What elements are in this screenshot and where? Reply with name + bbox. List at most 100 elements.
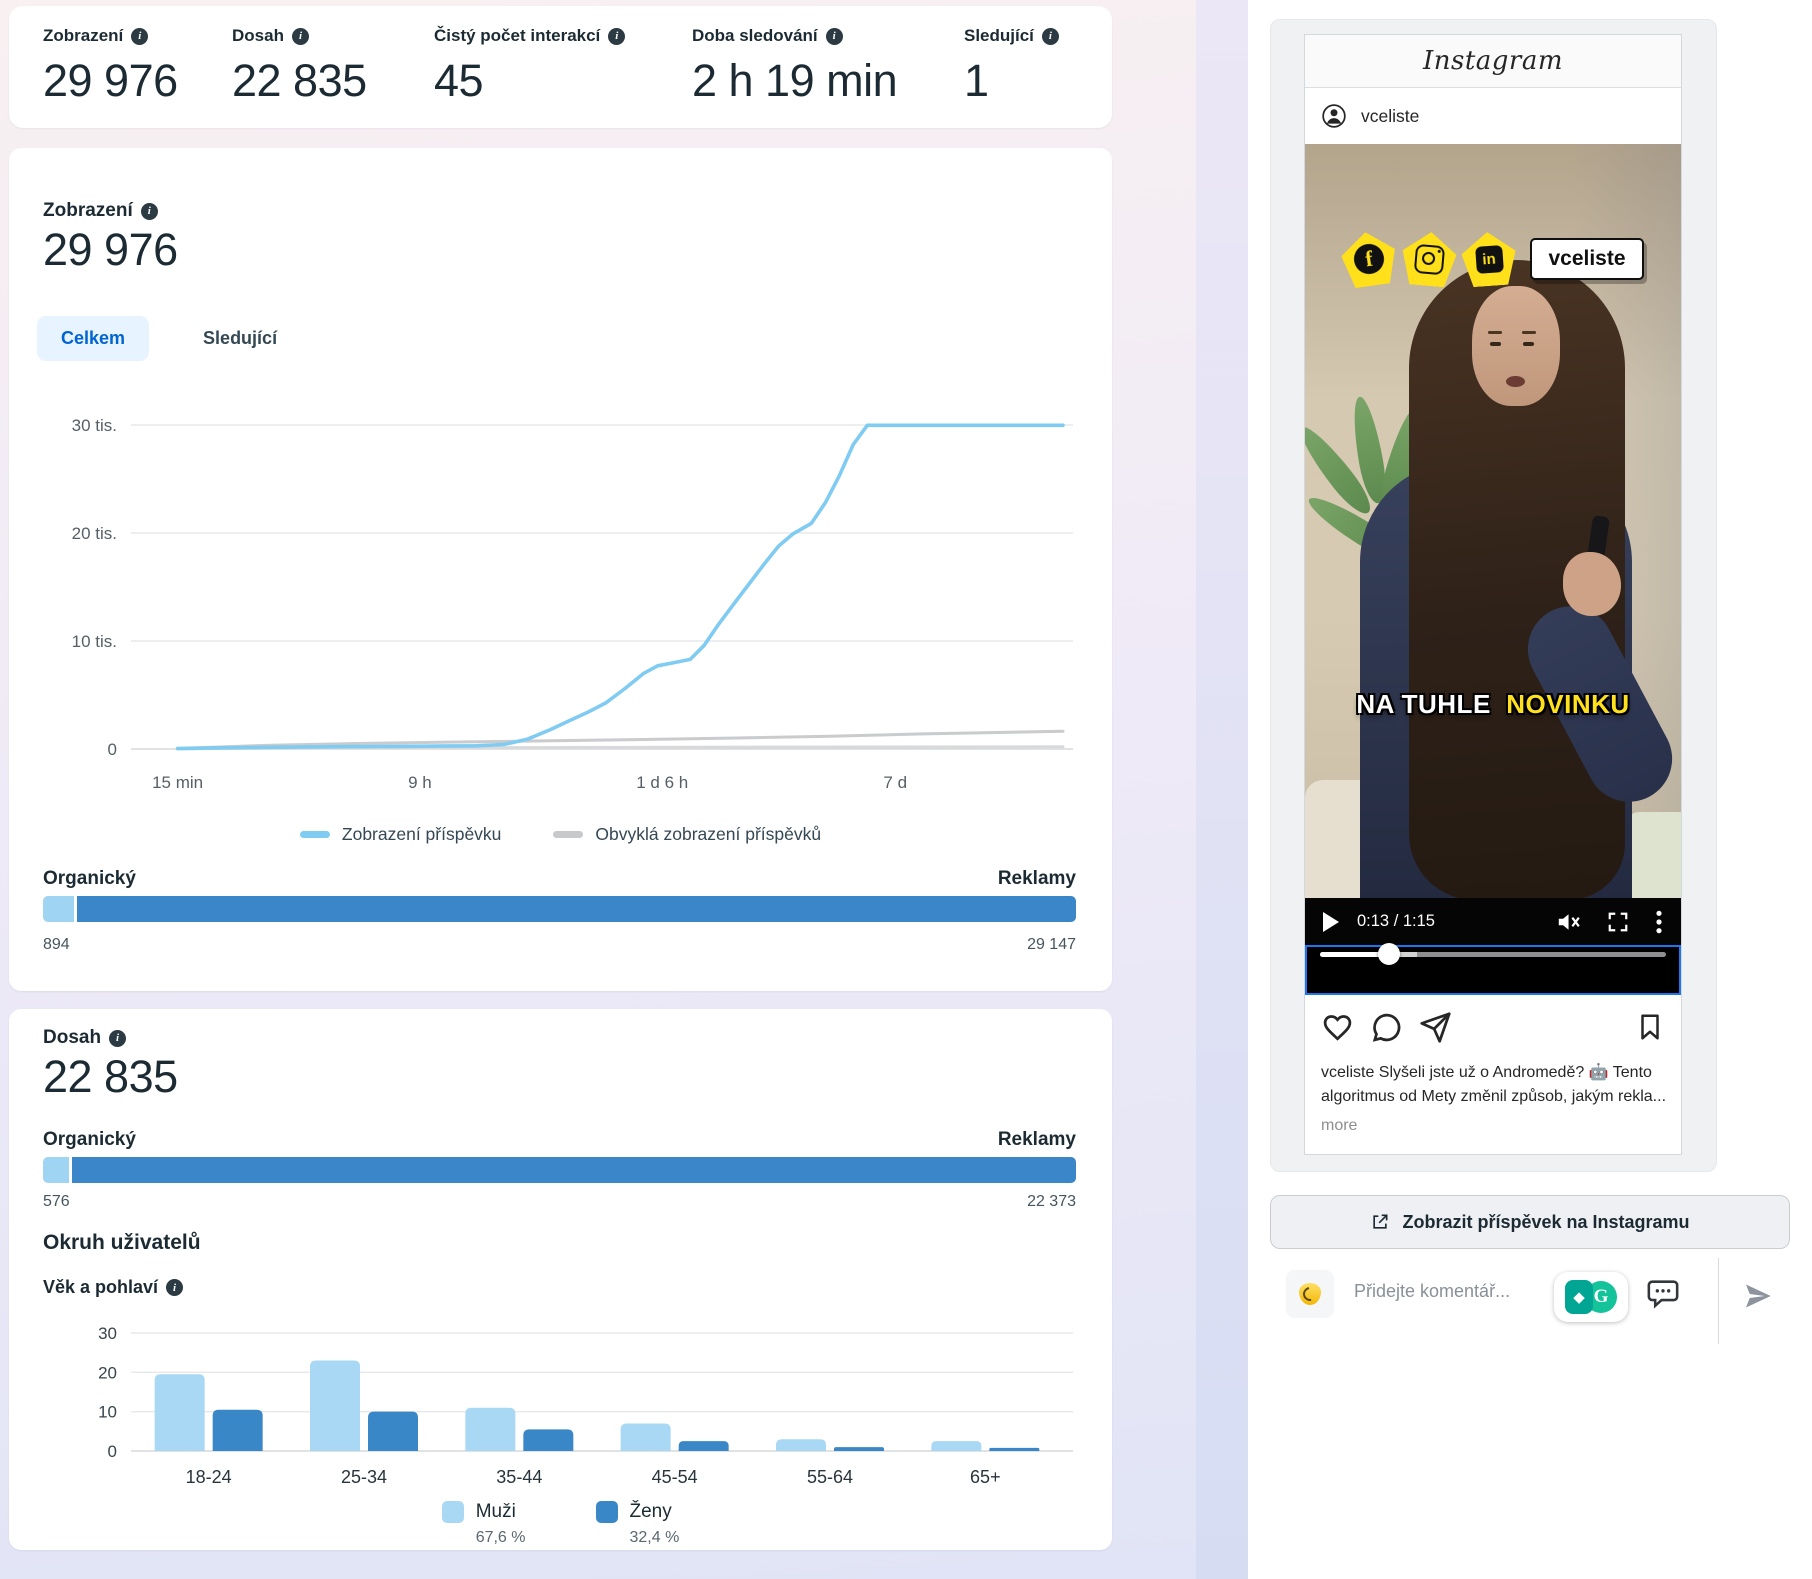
instagram-embed-frame: Instagram vceliste f in vceliste NA TUHL… (1304, 34, 1682, 1155)
progress-track[interactable] (1320, 943, 1666, 965)
legend-men: Muži 67,6 % (441, 1501, 526, 1547)
instagram-header: Instagram (1305, 35, 1681, 88)
open-on-instagram-button[interactable]: Zobrazit příspěvek na Instagramu (1270, 1195, 1790, 1249)
username-row[interactable]: vceliste (1305, 88, 1681, 144)
tab-sledujici[interactable]: Sledující (179, 316, 301, 361)
progress-handle[interactable] (1378, 943, 1401, 965)
stat-label: Čistý počet interakcí (434, 26, 601, 45)
divider (1718, 1258, 1719, 1344)
stat-label: Sledující (964, 26, 1034, 45)
info-icon[interactable] (291, 27, 309, 45)
social-badges-row: f in vceliste (1305, 232, 1681, 286)
stat-watch-time: Doba sledování 2 h 19 min (692, 26, 964, 107)
bookmark-icon[interactable] (1635, 1012, 1665, 1042)
facebook-badge: f (1339, 229, 1400, 290)
post-preview-card: Instagram vceliste f in vceliste NA TUHL… (1270, 19, 1717, 1172)
legend-women: Ženy 32,4 % (595, 1501, 680, 1547)
reach-split-values: 576 22 373 (43, 1193, 1076, 1211)
info-icon[interactable] (140, 202, 158, 220)
info-icon[interactable] (1041, 27, 1059, 45)
stat-followers: Sledující 1 (964, 26, 1112, 107)
reach-split-labels: Organický Reklamy (43, 1129, 1076, 1151)
stat-value: 1 (964, 55, 989, 106)
info-icon[interactable] (608, 27, 626, 45)
more-options-icon[interactable] (1655, 909, 1663, 935)
person-face (1472, 286, 1560, 406)
views-card-title: Zobrazení (43, 200, 133, 221)
organic-label: Organický (43, 868, 136, 889)
facebook-icon: f (1353, 242, 1387, 276)
legend-label: Obvyklá zobrazení příspěvků (595, 824, 822, 844)
face-eye (1523, 342, 1534, 346)
comment-icon[interactable] (1370, 1011, 1403, 1044)
send-icon[interactable] (1742, 1280, 1774, 1312)
tab-celkem[interactable]: Celkem (37, 316, 150, 361)
brand-pin-icon (1299, 1283, 1321, 1305)
legend-post-views: Zobrazení příspěvku (299, 824, 501, 845)
linkedin-badge: in (1461, 230, 1519, 288)
views-card-title-row: Zobrazení (43, 200, 158, 222)
legend-swatch (553, 831, 584, 838)
face-brow (1522, 331, 1536, 334)
mute-icon[interactable] (1555, 909, 1581, 935)
age-gender-chart: 0 10 20 30 18-24 25-34 35-44 45-54 55-64 65+ (43, 1311, 1076, 1496)
age-gender-title-row: Věk a pohlaví (43, 1277, 184, 1298)
comment-composer: ◆ G (1248, 1258, 1812, 1344)
views-tabs: Celkem Sledující (37, 316, 301, 361)
line-chart-legend: Zobrazení příspěvku Obvyklá zobrazení př… (9, 824, 1112, 845)
stat-label: Dosah (232, 26, 284, 45)
audience-title: Okruh uživatelů (43, 1231, 201, 1254)
writing-assistant-widget[interactable]: ◆ G (1554, 1272, 1628, 1322)
info-icon[interactable] (166, 1279, 184, 1296)
legend-label: Ženy (629, 1501, 672, 1522)
line-chart-svg: 30 tis. 20 tis. 10 tis. 0 15 min 9 h 1 d 6 h 7 … (72, 416, 1073, 792)
linkedin-icon: in (1475, 245, 1504, 274)
organic-bar-segment (43, 896, 74, 922)
svg-text:0: 0 (108, 1442, 117, 1461)
comment-input[interactable] (1352, 1280, 1586, 1303)
stat-value: 45 (434, 55, 484, 106)
svg-text:20 tis.: 20 tis. (72, 524, 117, 543)
views-split-bar (43, 896, 1076, 922)
svg-text:45-54: 45-54 (652, 1467, 698, 1487)
person-icon (1322, 104, 1346, 128)
svg-text:25-34: 25-34 (341, 1467, 387, 1487)
reach-split-bar (43, 1157, 1076, 1183)
video-player[interactable]: f in vceliste NA TUHLE NOVINKU (1305, 144, 1681, 898)
svg-text:18-24: 18-24 (186, 1467, 232, 1487)
face-mouth (1506, 376, 1525, 387)
info-icon[interactable] (131, 27, 149, 45)
svg-text:65+: 65+ (970, 1467, 1001, 1487)
username[interactable]: vceliste (1361, 106, 1419, 127)
reach-card: Dosah 22 835 Organický Reklamy 576 22 37… (9, 1009, 1112, 1550)
caption-line-1: vceliste Slyšeli jste už o Andromedě? 🤖 … (1321, 1064, 1652, 1081)
caption-more-link[interactable]: more (1321, 1114, 1665, 1138)
like-icon[interactable] (1321, 1011, 1354, 1044)
instagram-logo: Instagram (1422, 46, 1564, 76)
ads-bar-segment (71, 1157, 1076, 1183)
organic-bar-segment (43, 1157, 69, 1183)
comment-bubble-icon[interactable] (1646, 1276, 1680, 1310)
video-progress-bar[interactable] (1305, 943, 1681, 995)
share-icon[interactable] (1419, 1011, 1452, 1044)
svg-text:20: 20 (98, 1363, 117, 1382)
organic-label: Organický (43, 1129, 136, 1150)
avatar (1286, 1270, 1334, 1318)
women-percentage: 32,4 % (629, 1529, 680, 1546)
svg-text:15 min: 15 min (152, 773, 203, 792)
legend-label: Muži (475, 1501, 516, 1522)
play-button[interactable] (1323, 911, 1339, 932)
reach-card-value: 22 835 (43, 1051, 178, 1102)
video-controls-bar: 0:13 / 1:15 (1305, 898, 1681, 945)
external-link-icon (1373, 1214, 1388, 1229)
info-icon[interactable] (825, 27, 843, 45)
instagram-badge (1400, 230, 1459, 289)
info-icon[interactable] (109, 1029, 127, 1047)
svg-text:7 d: 7 d (883, 773, 907, 792)
caption-yellow-text: NOVINKU (1506, 689, 1630, 719)
video-time: 0:13 / 1:15 (1357, 912, 1435, 930)
fullscreen-icon[interactable] (1607, 911, 1629, 933)
pillow (1627, 812, 1681, 898)
svg-text:30 tis.: 30 tis. (72, 416, 117, 435)
legend-typical-views: Obvyklá zobrazení příspěvků (553, 824, 821, 845)
